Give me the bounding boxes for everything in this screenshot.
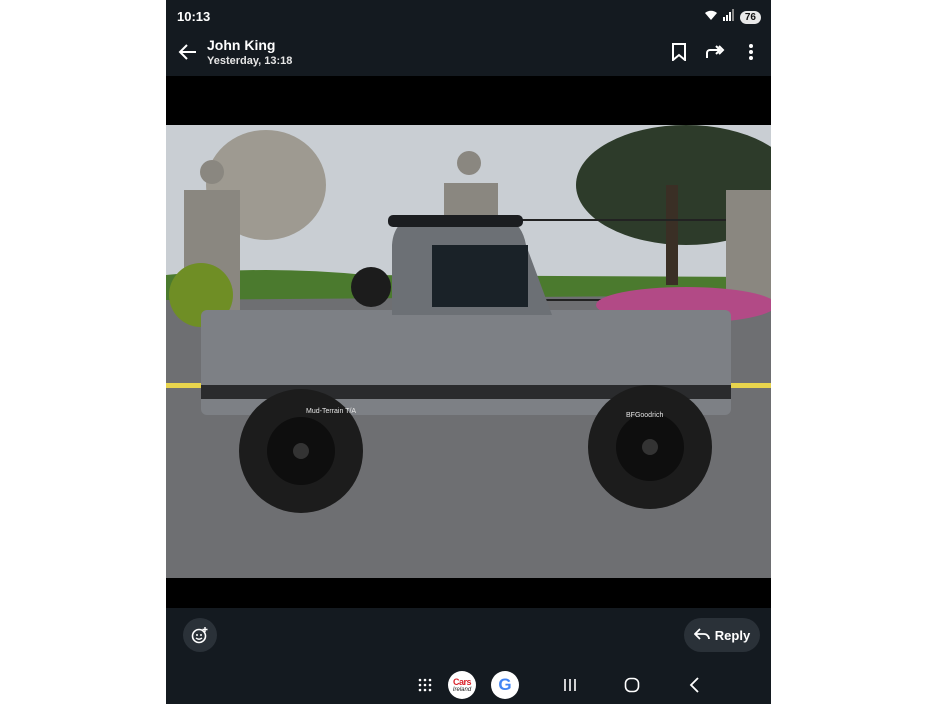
sender-name: John King — [207, 37, 276, 53]
google-glyph: G — [491, 671, 519, 699]
cars-ireland-label-bottom: Ireland — [452, 686, 472, 693]
tire-text-brand: BFGoodrich — [626, 412, 663, 419]
reply-button[interactable]: Reply — [684, 618, 760, 652]
shared-photo[interactable]: Mud-Terrain T/A BFGoodrich — [166, 125, 771, 578]
header-actions — [667, 40, 763, 64]
reply-label: Reply — [714, 627, 751, 643]
nav-back-icon[interactable] — [680, 670, 710, 700]
forward-icon[interactable] — [703, 40, 727, 64]
message-footer: Reply Cars Ireland G — [166, 608, 771, 704]
home-icon[interactable] — [617, 670, 647, 700]
google-app-icon[interactable]: G — [490, 670, 520, 700]
signal-icon — [722, 8, 735, 26]
reply-icon — [693, 627, 710, 643]
bookmark-icon[interactable] — [667, 40, 691, 64]
phone-screen: 10:13 76 John King Yesterday, 13:18 Mud-… — [166, 0, 771, 704]
status-bar: 10:13 76 — [166, 0, 771, 32]
battery-indicator: 76 — [739, 10, 761, 24]
back-arrow-icon[interactable] — [176, 40, 200, 64]
tire-text-model: Mud-Terrain T/A — [306, 408, 356, 415]
status-icons: 76 — [704, 8, 761, 26]
message-header: John King Yesterday, 13:18 — [166, 32, 771, 76]
recents-icon[interactable] — [555, 670, 585, 700]
wifi-icon — [704, 8, 718, 26]
apps-grid-icon[interactable] — [410, 670, 440, 700]
front-wheel — [588, 385, 712, 509]
system-nav-bar: Cars Ireland G — [166, 666, 771, 704]
cars-ireland-app-icon[interactable]: Cars Ireland — [447, 670, 477, 700]
more-options-icon[interactable] — [739, 40, 763, 64]
add-reaction-icon[interactable] — [183, 618, 217, 652]
message-timestamp: Yesterday, 13:18 — [207, 55, 293, 67]
cars-ireland-label-top: Cars — [452, 676, 472, 687]
cars-ireland-badge: Cars Ireland — [448, 671, 476, 699]
status-time: 10:13 — [177, 9, 211, 24]
